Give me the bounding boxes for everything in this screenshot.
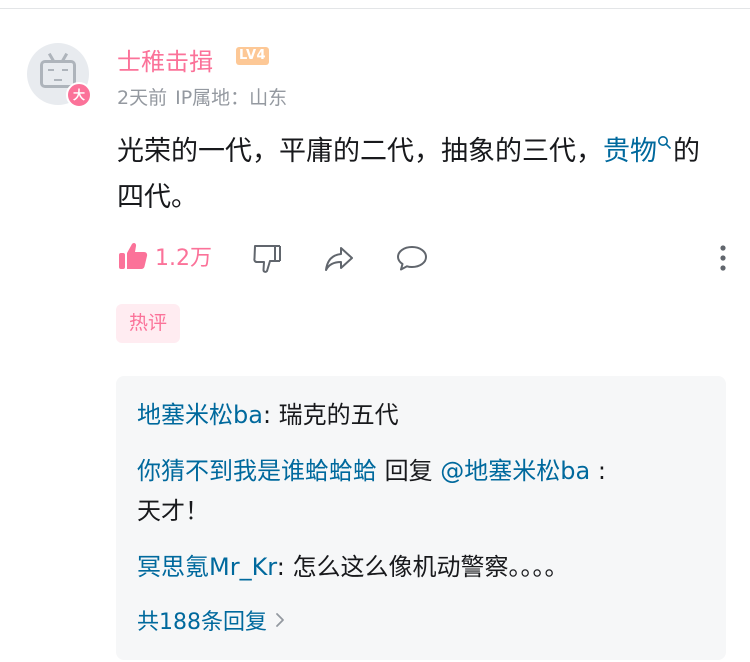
reply-username[interactable]: 你猜不到我是谁蛤蛤蛤 <box>137 457 377 485</box>
reply-item[interactable]: 你猜不到我是谁蛤蛤蛤 回复 @地塞米松ba : 天才！ <box>137 451 707 531</box>
comment-text-prefix: 光荣的一代，平庸的二代，抽象的三代， <box>117 136 603 167</box>
reply-panel: 地塞米松ba: 瑞克的五代 你猜不到我是谁蛤蛤蛤 回复 @地塞米松ba : 天才… <box>116 376 726 660</box>
share-icon <box>325 247 353 271</box>
chevron-right-icon <box>276 613 284 627</box>
reply-text: 瑞克的五代 <box>278 401 399 429</box>
like-count: 1.2万 <box>155 246 212 271</box>
reply-item[interactable]: 冥思氪Mr_Kr: 怎么这么像机动警察。。。。 <box>137 547 707 587</box>
comment-content: 光荣的一代，平庸的二代，抽象的三代，贵物 的四代。 <box>117 129 717 221</box>
reply-text: 天才！ <box>137 497 209 525</box>
comment-meta: 2天前 IP属地：山东 <box>117 83 287 110</box>
top-divider <box>0 8 750 9</box>
reply-count-label: 共188条回复 <box>137 610 267 635</box>
share-button[interactable] <box>323 242 355 278</box>
level-badge: LV4 <box>236 47 270 65</box>
hot-comment-tag: 热评 <box>116 304 180 343</box>
keyword-link[interactable]: 贵物 <box>603 136 673 167</box>
action-bar: 1.2万 <box>117 240 727 280</box>
reply-mention[interactable]: @地塞米松ba <box>440 457 590 485</box>
keyword-link-text: 贵物 <box>603 136 657 167</box>
search-icon <box>658 136 671 149</box>
reply-username[interactable]: 地塞米松ba <box>137 401 263 429</box>
comment-username[interactable]: 士稚击揖 <box>117 42 213 77</box>
more-vertical-icon <box>720 245 726 271</box>
comment-time: 2天前 <box>117 87 168 109</box>
like-button[interactable]: 1.2万 <box>117 240 212 272</box>
reply-item[interactable]: 地塞米松ba: 瑞克的五代 <box>137 395 707 435</box>
reply-colon: : <box>262 401 279 429</box>
reply-colon: : <box>590 457 606 485</box>
reply-to-label: 回复 <box>377 457 441 485</box>
reply-colon: : <box>276 553 293 581</box>
reply-text: 怎么这么像机动警察。。。。 <box>292 553 569 581</box>
reply-button[interactable] <box>395 242 429 278</box>
reply-username[interactable]: 冥思氪Mr_Kr <box>137 553 277 581</box>
ip-location: IP属地：山东 <box>175 87 288 109</box>
view-all-replies-link[interactable]: 共188条回复 <box>137 604 285 636</box>
thumbs-up-icon <box>119 242 148 269</box>
vip-badge: 大 <box>66 82 92 108</box>
more-options-button[interactable] <box>719 244 727 276</box>
dislike-button[interactable] <box>251 242 283 278</box>
comment-bubble-icon <box>397 246 427 271</box>
thumbs-down-icon <box>253 245 281 273</box>
